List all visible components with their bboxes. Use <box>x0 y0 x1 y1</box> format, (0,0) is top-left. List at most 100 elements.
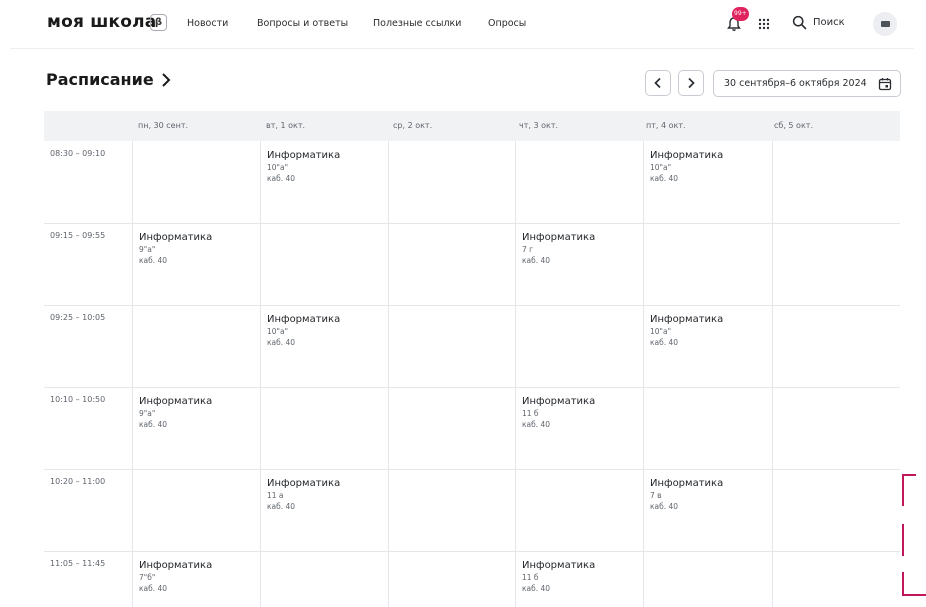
lesson-class: 10"а" <box>267 163 289 172</box>
previous-week-button[interactable] <box>645 70 671 96</box>
date-range-value: 30 сентября–6 октября 2024 <box>724 78 867 89</box>
notifications-button[interactable]: 99+ <box>722 7 749 36</box>
avatar-placeholder-icon <box>880 21 890 27</box>
time-slot-label: 10:20 – 11:00 <box>50 477 106 486</box>
chevron-left-icon <box>654 77 661 89</box>
lesson-subject: Информатика <box>650 150 724 161</box>
lesson-subject: Информатика <box>522 560 596 571</box>
lesson-room: каб. 40 <box>267 174 296 183</box>
notifications-count-badge: 99+ <box>732 7 749 21</box>
lesson-class: 11 б <box>522 573 539 582</box>
decoration-dash <box>902 572 904 596</box>
lesson-card[interactable]: Информатика 7 в каб. 40 <box>650 477 723 512</box>
lesson-subject: Информатика <box>139 232 213 243</box>
lesson-subject: Информатика <box>522 232 596 243</box>
nav-link-news[interactable]: Новости <box>187 18 228 29</box>
date-range-picker[interactable]: 30 сентября–6 октября 2024 <box>713 70 901 97</box>
lesson-subject: Информатика <box>267 314 341 325</box>
nav-link-useful-links[interactable]: Полезные ссылки <box>373 18 461 29</box>
day-header-wed: ср, 2 окт. <box>393 121 433 130</box>
lesson-subject: Информатика <box>650 314 724 325</box>
lesson-class: 7 в <box>650 491 662 500</box>
lesson-subject: Информатика <box>267 150 341 161</box>
column-divider <box>132 141 133 607</box>
apps-menu-button[interactable] <box>752 12 776 36</box>
lesson-room: каб. 40 <box>522 584 551 593</box>
decoration-dash <box>902 594 926 596</box>
search-icon <box>792 15 807 30</box>
lesson-room: каб. 40 <box>522 256 551 265</box>
time-slot-label: 11:05 – 11:45 <box>50 559 106 568</box>
day-header-sat: сб, 5 окт. <box>774 121 813 130</box>
lesson-class: 10"а" <box>267 327 289 336</box>
time-slot-label: 08:30 – 09:10 <box>50 149 106 158</box>
lesson-card[interactable]: Информатика 7 г каб. 40 <box>522 231 595 266</box>
lesson-card[interactable]: Информатика 11 б каб. 40 <box>522 559 595 594</box>
lesson-class: 11 а <box>267 491 284 500</box>
lesson-room: каб. 40 <box>522 420 551 429</box>
chevron-right-icon[interactable] <box>158 71 174 89</box>
lesson-class: 7"б" <box>139 573 156 582</box>
lesson-subject: Информатика <box>522 396 596 407</box>
lesson-room: каб. 40 <box>267 502 296 511</box>
lesson-room: каб. 40 <box>139 256 168 265</box>
day-header-tue: вт, 1 окт. <box>266 121 306 130</box>
row-divider <box>44 469 900 470</box>
user-avatar[interactable] <box>873 12 897 36</box>
lesson-subject: Информатика <box>267 478 341 489</box>
calendar-icon <box>878 78 892 91</box>
column-divider <box>260 141 261 607</box>
lesson-subject: Информатика <box>139 560 213 571</box>
site-logo[interactable]: моя школа <box>47 12 156 32</box>
column-divider <box>772 141 773 607</box>
lesson-card[interactable]: Информатика 10"а" каб. 40 <box>650 149 723 184</box>
lesson-room: каб. 40 <box>650 174 679 183</box>
nav-link-polls[interactable]: Опросы <box>488 18 526 29</box>
decoration-dash <box>902 524 904 556</box>
header-divider <box>10 48 914 49</box>
time-slot-label: 10:10 – 10:50 <box>50 395 106 404</box>
column-divider <box>515 141 516 607</box>
day-header-fri: пт, 4 окт. <box>646 121 686 130</box>
top-navigation-bar: моя школа β Новости Вопросы и ответы Пол… <box>0 0 926 48</box>
next-week-button[interactable] <box>678 70 704 96</box>
search-button[interactable]: Поиск <box>792 15 845 30</box>
lesson-class: 11 б <box>522 409 539 418</box>
lesson-room: каб. 40 <box>650 338 679 347</box>
nav-link-faq[interactable]: Вопросы и ответы <box>257 18 348 29</box>
lesson-room: каб. 40 <box>650 502 679 511</box>
lesson-subject: Информатика <box>139 396 213 407</box>
column-divider <box>643 141 644 607</box>
lesson-class: 10"а" <box>650 327 672 336</box>
lesson-class: 7 г <box>522 245 534 254</box>
lesson-card[interactable]: Информатика 9"а" каб. 40 <box>139 395 212 430</box>
day-header-thu: чт, 3 окт. <box>519 121 559 130</box>
lesson-card[interactable]: Информатика 11 а каб. 40 <box>267 477 340 512</box>
apps-grid-icon <box>758 18 770 30</box>
lesson-room: каб. 40 <box>139 420 168 429</box>
time-slot-label: 09:15 – 09:55 <box>50 231 106 240</box>
decoration-dash <box>902 474 916 476</box>
lesson-class: 10"а" <box>650 163 672 172</box>
schedule-grid: пн, 30 сент. вт, 1 окт. ср, 2 окт. чт, 3… <box>44 111 900 607</box>
row-divider <box>44 387 900 388</box>
lesson-card[interactable]: Информатика 10"а" каб. 40 <box>267 313 340 348</box>
lesson-card[interactable]: Информатика 11 б каб. 40 <box>522 395 595 430</box>
row-divider <box>44 223 900 224</box>
lesson-room: каб. 40 <box>139 584 168 593</box>
lesson-class: 9"а" <box>139 245 156 254</box>
lesson-card[interactable]: Информатика 9"а" каб. 40 <box>139 231 212 266</box>
row-divider <box>44 551 900 552</box>
day-header-mon: пн, 30 сент. <box>138 121 189 130</box>
time-slot-label: 09:25 – 10:05 <box>50 313 106 322</box>
lesson-room: каб. 40 <box>267 338 296 347</box>
row-divider <box>44 305 900 306</box>
lesson-card[interactable]: Информатика 7"б" каб. 40 <box>139 559 212 594</box>
lesson-card[interactable]: Информатика 10"а" каб. 40 <box>267 149 340 184</box>
chevron-right-icon <box>688 77 695 89</box>
decoration-dash <box>902 474 904 506</box>
column-divider <box>388 141 389 607</box>
beta-badge: β <box>150 14 167 31</box>
lesson-card[interactable]: Информатика 10"а" каб. 40 <box>650 313 723 348</box>
lesson-subject: Информатика <box>650 478 724 489</box>
